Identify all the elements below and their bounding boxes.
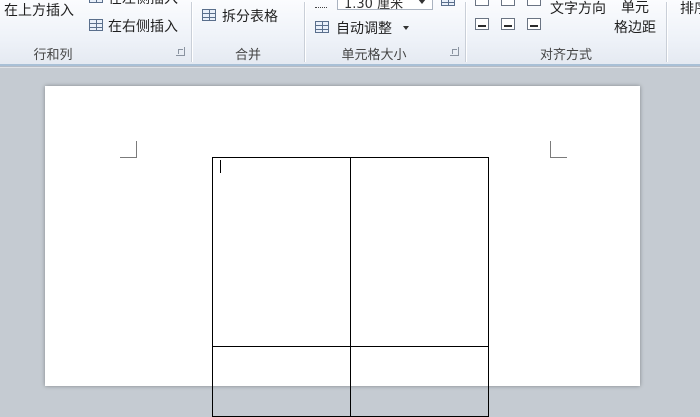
group-label-merge: 合并	[234, 48, 261, 63]
margin-corner-top-left	[120, 141, 137, 158]
table-cell[interactable]	[213, 347, 351, 416]
insert-left-label: 在左侧插入	[108, 0, 178, 8]
align-top-right-icon[interactable]	[527, 0, 541, 6]
row-height-icon	[315, 0, 327, 8]
insert-left-icon	[89, 0, 103, 3]
cell-margins-button[interactable]: 单元 格边距	[614, 0, 656, 38]
document-page[interactable]	[45, 86, 640, 417]
split-table-icon	[202, 9, 216, 21]
cell-margins-label-line2: 格边距	[614, 20, 656, 36]
ribbon-bottom-accent	[0, 64, 700, 66]
insert-right-icon	[89, 19, 103, 31]
autofit-label: 自动调整	[336, 21, 392, 37]
document-table[interactable]	[212, 157, 489, 417]
group-rows-columns: 在上方插入 在左侧插入 在右侧插入 行和列	[0, 0, 191, 64]
document-workspace	[0, 67, 700, 417]
margin-corner-top-right	[550, 141, 567, 158]
row-height-value: 1.30 厘米	[344, 0, 404, 10]
group-separator	[666, 2, 667, 62]
table-cell[interactable]	[351, 347, 488, 416]
chevron-down-icon	[403, 26, 409, 30]
align-bottom-right-icon[interactable]	[527, 18, 541, 30]
autofit-icon	[315, 21, 329, 33]
align-top-left-icon[interactable]	[475, 0, 489, 6]
text-cursor	[220, 160, 221, 173]
text-direction-button[interactable]: 文字方向	[550, 0, 606, 18]
group-merge: 拆分表格 合并	[192, 0, 304, 64]
row-height-field[interactable]: 1.30 厘米	[337, 0, 433, 10]
table-cell[interactable]	[213, 158, 351, 347]
cell-size-dialog-launcher-icon[interactable]	[450, 47, 459, 56]
rows-columns-dialog-launcher-icon[interactable]	[176, 47, 185, 56]
align-bottom-left-icon[interactable]	[475, 18, 489, 30]
group-label-rows-columns: 行和列	[33, 48, 73, 63]
group-label-cell-size: 单元格大小	[341, 48, 407, 63]
sort-button[interactable]: 排序	[680, 0, 700, 18]
align-bottom-center-icon[interactable]	[501, 18, 515, 30]
align-top-center-icon[interactable]	[501, 0, 515, 6]
group-alignment: 文字方向 单元 格边距 对齐方式	[466, 0, 666, 64]
insert-right-label: 在右侧插入	[108, 19, 178, 35]
cell-margins-label-line1: 单元	[621, 0, 649, 16]
chevron-down-icon	[418, 0, 426, 4]
table-cell[interactable]	[351, 158, 488, 347]
insert-above-button[interactable]: 在上方插入	[4, 0, 74, 20]
table-grid-icon[interactable]	[441, 0, 455, 6]
split-table-label: 拆分表格	[222, 9, 278, 25]
group-label-alignment: 对齐方式	[539, 48, 592, 63]
ribbon: 在上方插入 在左侧插入 在右侧插入 行和列 拆分表格 合并 单元格大小 自动调整	[0, 0, 700, 67]
